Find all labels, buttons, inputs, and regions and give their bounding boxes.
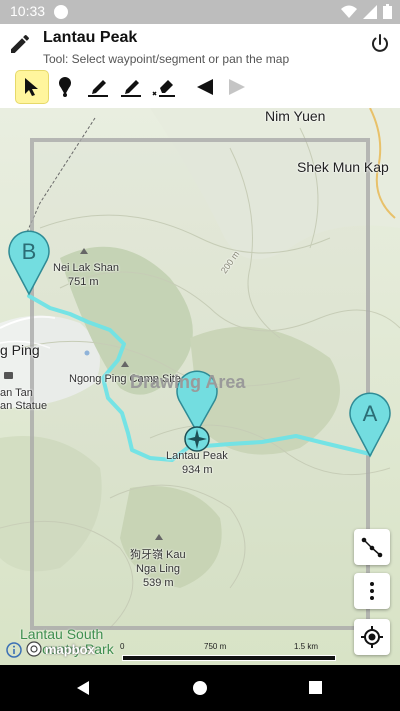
scale-end: 1.5 km xyxy=(294,642,319,651)
status-time: 10:33 xyxy=(10,3,46,19)
draw-segment-button[interactable] xyxy=(82,71,114,103)
label-kau: 狗牙嶺 Kau xyxy=(130,549,186,561)
label-nga-ling-elev: 539 m xyxy=(143,577,174,589)
my-location-button[interactable] xyxy=(354,619,390,655)
undo-triangle-icon xyxy=(197,79,213,95)
system-nav-bar xyxy=(0,665,400,711)
route-line-icon xyxy=(361,537,383,558)
scale-start: 0 xyxy=(120,642,125,651)
mapbox-text: mapbox xyxy=(45,641,95,657)
waypoint-marker-a[interactable]: A xyxy=(348,390,392,458)
marker-b-label: B xyxy=(22,239,37,264)
app-header: Lantau Peak Tool: Select waypoint/segmen… xyxy=(0,24,400,68)
label-nim-yuen: Nim Yuen xyxy=(265,108,326,124)
select-tool-button[interactable] xyxy=(16,71,48,103)
scale-mid: 750 m xyxy=(204,642,227,651)
back-icon[interactable] xyxy=(75,680,91,696)
info-icon[interactable] xyxy=(6,642,22,658)
eraser-icon xyxy=(152,80,175,97)
label-lantau-peak: Lantau Peak xyxy=(166,450,228,462)
edit-toolbar xyxy=(0,68,400,108)
erase-segment-button[interactable] xyxy=(148,71,180,103)
home-icon[interactable] xyxy=(192,680,208,696)
more-options-button[interactable] xyxy=(354,573,390,609)
recents-icon[interactable] xyxy=(308,680,323,695)
edit-line-icon xyxy=(121,80,141,97)
waypoint-marker-b[interactable]: B xyxy=(7,228,51,296)
edit-segment-button[interactable] xyxy=(115,71,147,103)
battery-icon xyxy=(383,4,392,19)
add-waypoint-button[interactable] xyxy=(49,71,81,103)
redo-button[interactable] xyxy=(221,71,253,103)
waypoint-pin-icon xyxy=(59,77,71,97)
label-lantau-peak-elev: 934 m xyxy=(182,464,213,476)
mapbox-logo-icon xyxy=(26,641,42,657)
crosshair-location-icon xyxy=(361,626,383,648)
undo-button[interactable] xyxy=(189,71,221,103)
label-lantau-south: Lantau South xyxy=(20,626,104,642)
app-notification-icon xyxy=(54,5,68,19)
route-title: Lantau Peak xyxy=(43,29,138,46)
tool-hint: Tool: Select waypoint/segment or pan the… xyxy=(43,52,290,66)
pencil-icon xyxy=(11,34,29,53)
marker-a-label: A xyxy=(363,401,378,426)
status-bar: 10:33 xyxy=(0,0,400,24)
label-shek-mun-kap: Shek Mun Kap xyxy=(297,159,389,175)
label-buddha-statue: an Statue xyxy=(0,400,48,412)
redo-triangle-icon xyxy=(229,79,245,95)
power-icon[interactable] xyxy=(368,32,392,56)
cursor-arrow-icon xyxy=(25,78,38,96)
route-segment-button[interactable] xyxy=(354,529,390,565)
label-nei-lak-shan-elev: 751 m xyxy=(68,276,99,288)
label-drawing-area: Drawing Area xyxy=(130,372,246,392)
label-ngong-ping: g Ping xyxy=(0,342,40,358)
mapbox-logo: mapbox xyxy=(26,641,95,657)
more-vert-icon xyxy=(370,582,374,600)
label-tian-tan: an Tan xyxy=(0,387,33,399)
scale-bar-line xyxy=(122,655,336,661)
scale-bar: 0 750 m 1.5 km xyxy=(120,642,336,661)
map-view[interactable]: B A Nim Yuen Shek Mun Kap Nei Lak Shan 7… xyxy=(0,108,400,665)
signal-icon xyxy=(363,4,377,19)
draw-line-icon xyxy=(88,80,108,97)
label-nga-ling: Nga Ling xyxy=(136,563,181,575)
wifi-icon xyxy=(341,5,357,18)
label-nei-lak-shan: Nei Lak Shan xyxy=(53,262,120,274)
